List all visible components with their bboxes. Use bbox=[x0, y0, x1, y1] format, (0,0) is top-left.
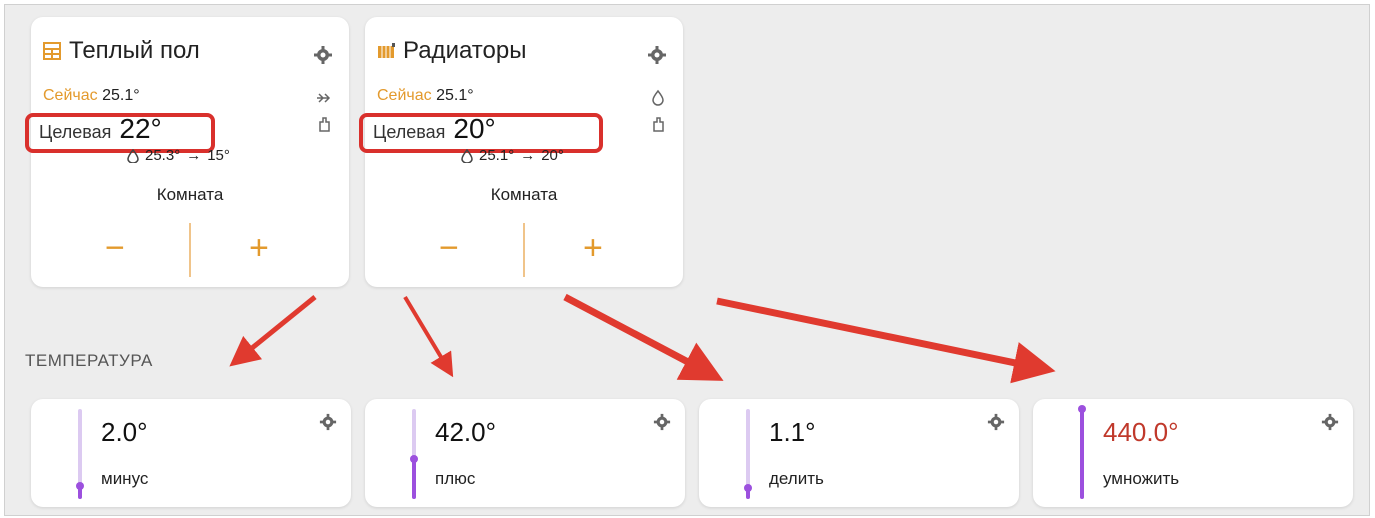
controls-divider bbox=[523, 223, 525, 277]
slider-knob[interactable] bbox=[410, 454, 418, 463]
arrow-to-multiply bbox=[716, 297, 1056, 384]
meta-setpoint: 20° bbox=[541, 147, 564, 164]
thermostat-title-text: Радиаторы bbox=[403, 37, 527, 64]
thermostat-title-text: Теплый пол bbox=[69, 37, 200, 64]
gear-icon[interactable] bbox=[1321, 413, 1339, 431]
slider-knob[interactable] bbox=[744, 484, 752, 493]
thermostat-title: Теплый пол bbox=[43, 37, 200, 65]
sensor-card[interactable]: 42.0° плюс bbox=[365, 399, 685, 507]
dashboard-frame: Теплый пол Сейчас 25.1° Целевая 22° 25.3… bbox=[4, 4, 1370, 516]
thermostat-controls: − + bbox=[365, 223, 683, 277]
sensor-value: 2.0° bbox=[101, 417, 148, 447]
current-value: 25.1° bbox=[102, 87, 140, 104]
meta-humidity: 25.1° bbox=[479, 147, 515, 164]
current-label: Сейчас bbox=[377, 87, 432, 104]
gear-icon[interactable] bbox=[653, 413, 671, 431]
level-slider[interactable] bbox=[1078, 405, 1086, 499]
section-title: ТЕМПЕРАТУРА bbox=[25, 351, 153, 370]
fan-icon bbox=[317, 93, 331, 103]
gear-icon[interactable] bbox=[319, 413, 337, 431]
sensor-name: плюс bbox=[435, 469, 476, 488]
meta-arrow: → bbox=[520, 147, 536, 164]
radiator-icon bbox=[378, 43, 395, 58]
thermostat-meta: 25.1° → 20° bbox=[461, 147, 564, 164]
thermostat-meta: 25.3° → 15° bbox=[127, 147, 230, 164]
controls-divider bbox=[189, 223, 191, 277]
sensor-card[interactable]: 2.0° минус bbox=[31, 399, 351, 507]
meta-humidity: 25.3° bbox=[145, 147, 181, 164]
slider-fill bbox=[412, 458, 416, 499]
level-slider[interactable] bbox=[744, 409, 752, 499]
drop-icon bbox=[461, 148, 473, 163]
meta-arrow: → bbox=[186, 147, 202, 164]
drop-icon bbox=[127, 148, 139, 163]
sensor-card[interactable]: 1.1° делить bbox=[699, 399, 1019, 507]
thermostat-controls: − + bbox=[31, 223, 349, 277]
current-value: 25.1° bbox=[436, 87, 474, 104]
sensor-value: 1.1° bbox=[769, 417, 816, 447]
room-label: Комната bbox=[490, 185, 558, 204]
current-temperature: Сейчас 25.1° bbox=[377, 87, 474, 105]
level-slider[interactable] bbox=[76, 409, 84, 499]
floor-heating-icon bbox=[43, 42, 61, 60]
current-label: Сейчас bbox=[43, 87, 98, 104]
gear-icon[interactable] bbox=[647, 45, 667, 65]
arrow-to-plus bbox=[403, 295, 454, 378]
thermostat-card-radiators[interactable]: Радиаторы Сейчас 25.1° Целевая 20° 25.1°… bbox=[359, 17, 683, 287]
decrease-button[interactable]: − bbox=[105, 231, 125, 265]
arrow-to-minus bbox=[229, 295, 317, 367]
sensor-name: минус bbox=[101, 469, 149, 488]
room-label: Комната bbox=[156, 185, 224, 204]
hand-icon bbox=[653, 117, 664, 132]
sensor-value: 42.0° bbox=[435, 417, 497, 447]
sensor-card[interactable]: 440.0° умножить bbox=[1033, 399, 1353, 507]
meta-setpoint: 15° bbox=[207, 147, 230, 164]
gear-icon[interactable] bbox=[313, 45, 333, 65]
current-temperature: Сейчас 25.1° bbox=[43, 87, 140, 105]
increase-button[interactable]: + bbox=[583, 231, 603, 265]
slider-fill bbox=[1080, 409, 1084, 499]
level-slider[interactable] bbox=[410, 409, 418, 499]
hand-icon bbox=[319, 117, 330, 132]
gear-icon[interactable] bbox=[987, 413, 1005, 431]
drop-icon bbox=[652, 89, 664, 106]
slider-knob[interactable] bbox=[76, 481, 84, 490]
sensor-name: делить bbox=[769, 469, 824, 488]
increase-button[interactable]: + bbox=[249, 231, 269, 265]
thermostat-title: Радиаторы bbox=[377, 37, 526, 65]
thermostat-card-floor[interactable]: Теплый пол Сейчас 25.1° Целевая 22° 25.3… bbox=[25, 17, 349, 287]
arrow-to-divide bbox=[563, 293, 724, 381]
sensor-value: 440.0° bbox=[1103, 417, 1179, 447]
slider-knob[interactable] bbox=[1078, 405, 1086, 413]
sensor-name: умножить bbox=[1103, 469, 1180, 488]
decrease-button[interactable]: − bbox=[439, 231, 459, 265]
